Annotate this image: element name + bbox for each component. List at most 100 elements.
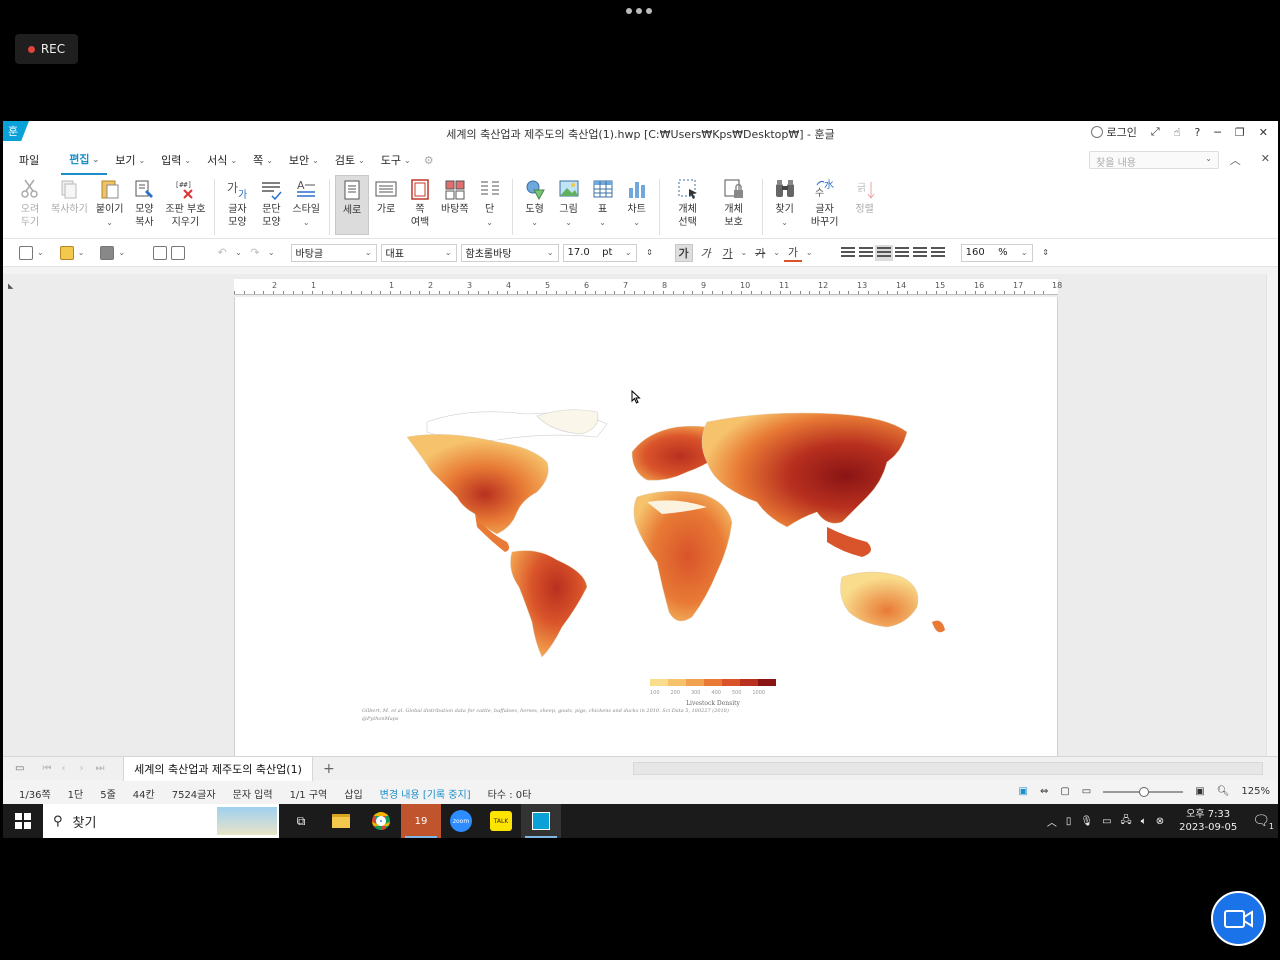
- columns-button[interactable]: 단 ⌄: [473, 175, 507, 229]
- hangul-taskbar-icon[interactable]: [521, 804, 561, 838]
- notification-icon[interactable]: 🗨︎ 1: [1252, 813, 1274, 831]
- chevron-down-icon[interactable]: ⌄: [781, 216, 788, 229]
- document-tab[interactable]: 세계의 축산업과 제주도의 축산업(1): [123, 757, 313, 781]
- print-icon[interactable]: [153, 245, 168, 260]
- touch-icon[interactable]: ☝: [1174, 126, 1181, 139]
- status-track-changes[interactable]: 변경 내용 [기록 중지]: [380, 786, 471, 801]
- style-button[interactable]: A 스타일 ⌄: [288, 175, 324, 229]
- chevron-down-icon[interactable]: ⌄: [1205, 154, 1212, 166]
- page-view-icon[interactable]: ▣: [1019, 786, 1028, 797]
- horizontal-scrollbar[interactable]: [633, 762, 1263, 775]
- chevron-down-icon[interactable]: ⌄: [773, 248, 780, 257]
- zoom-search-icon[interactable]: 🔍︎: [1217, 786, 1230, 797]
- login-button[interactable]: 로그인: [1090, 124, 1137, 140]
- font-select[interactable]: 함초롬바탕 ⌄: [460, 243, 559, 262]
- chevron-down-icon[interactable]: ⌄: [106, 216, 113, 229]
- chevron-down-icon[interactable]: ⌄: [633, 216, 640, 229]
- network-icon[interactable]: 🖧︎: [1121, 813, 1132, 830]
- bookmark-icon[interactable]: ▭: [15, 763, 24, 774]
- menu-view[interactable]: 보기 ⌄: [107, 145, 153, 175]
- replace-button[interactable]: 수水 글자 바꾸기: [802, 175, 848, 229]
- chrome-icon[interactable]: [361, 804, 401, 838]
- chevron-up-icon[interactable]: ︿: [1047, 814, 1057, 829]
- volume-icon[interactable]: 🔈︎: [1141, 816, 1147, 827]
- help-icon[interactable]: ?: [1194, 126, 1200, 139]
- chart-button[interactable]: 차트 ⌄: [620, 175, 654, 229]
- close-button[interactable]: ✕: [1259, 126, 1268, 139]
- file-explorer-icon[interactable]: [321, 804, 361, 838]
- find-input[interactable]: 찾을 내용 ⌄: [1089, 151, 1219, 169]
- restore-button[interactable]: ❐: [1235, 126, 1245, 139]
- cut-button[interactable]: 오려 두기: [13, 175, 47, 229]
- strike-button[interactable]: 가: [751, 244, 769, 262]
- master-page-button[interactable]: 바탕쪽: [437, 175, 473, 216]
- menu-page[interactable]: 쪽 ⌄: [245, 145, 281, 175]
- bold-button[interactable]: 가: [674, 243, 693, 262]
- chevron-down-icon[interactable]: ⌄: [268, 248, 275, 257]
- underline-button[interactable]: 가: [719, 244, 737, 262]
- font-size-select[interactable]: 17.0 pt ⌄: [562, 243, 637, 262]
- zoom-level[interactable]: 125%: [1241, 786, 1270, 797]
- chevron-down-icon[interactable]: ⌄: [599, 216, 606, 229]
- chevron-down-icon[interactable]: ⌄: [303, 216, 310, 229]
- next-tab-icon[interactable]: ›: [79, 763, 83, 774]
- menu-insert[interactable]: 입력 ⌄: [153, 145, 199, 175]
- prev-tab-icon[interactable]: ‹: [61, 763, 65, 774]
- distribute-icon[interactable]: [912, 246, 927, 259]
- task-view-icon[interactable]: ⧉: [281, 804, 321, 838]
- chevron-down-icon[interactable]: ⌄: [806, 248, 813, 257]
- menu-tools[interactable]: 도구 ⌄ ⚙: [373, 145, 442, 175]
- justify-icon[interactable]: [840, 246, 855, 259]
- kakaotalk-icon[interactable]: TALK: [481, 804, 521, 838]
- collapse-ribbon-icon[interactable]: ︿: [1230, 152, 1241, 168]
- fit-width-icon[interactable]: ⇔: [1040, 786, 1048, 797]
- protect-object-button[interactable]: 개체 보호: [711, 175, 757, 229]
- portrait-button[interactable]: 세로: [335, 175, 370, 235]
- align-left-icon[interactable]: [858, 246, 873, 259]
- undo-icon[interactable]: ↶: [213, 244, 231, 262]
- find-button[interactable]: 찾기 ⌄: [768, 175, 802, 229]
- shapes-button[interactable]: 도형 ⌄: [518, 175, 552, 229]
- chevron-down-icon[interactable]: ⌄: [118, 248, 125, 257]
- calendar-app-icon[interactable]: 19: [401, 804, 441, 838]
- horizontal-ruler[interactable]: 2 1 1 2 3 4 5 6 7 8 9 10 11 12 13 14 15 16 17 18: [234, 279, 1062, 295]
- device-icon[interactable]: ▯: [1066, 816, 1072, 827]
- minimize-button[interactable]: ─: [1214, 126, 1221, 139]
- add-tab-icon[interactable]: +: [323, 761, 335, 777]
- sort-button[interactable]: 긁 정렬: [848, 175, 882, 216]
- menu-security[interactable]: 보안 ⌄: [281, 145, 327, 175]
- picture-button[interactable]: 그림 ⌄: [552, 175, 586, 229]
- print-preview-icon[interactable]: [171, 245, 186, 260]
- char-shape-button[interactable]: 가가 글자 모양: [220, 175, 254, 229]
- full-page-icon[interactable]: ▢: [1060, 786, 1069, 797]
- landscape-button[interactable]: 가로: [369, 175, 403, 216]
- font-color-button[interactable]: 가: [783, 244, 802, 262]
- chevron-down-icon[interactable]: ⌄: [486, 216, 493, 229]
- more-options-icon[interactable]: [626, 8, 652, 14]
- style-select[interactable]: 바탕글 ⌄: [290, 243, 377, 262]
- table-button[interactable]: 표 ⌄: [586, 175, 620, 229]
- status-page[interactable]: 1/36쪽: [19, 786, 51, 801]
- ruler-toggle-icon[interactable]: ◣: [8, 282, 13, 290]
- zoom-in-icon[interactable]: ▣: [1195, 786, 1204, 797]
- chevron-down-icon[interactable]: ⌄: [37, 248, 44, 257]
- italic-button[interactable]: 가: [697, 244, 715, 262]
- paste-button[interactable]: 붙이기 ⌄: [92, 175, 128, 229]
- align-right-icon[interactable]: [894, 246, 909, 259]
- align-center-icon[interactable]: [874, 244, 893, 261]
- spin-icon[interactable]: ⇕: [1037, 244, 1055, 262]
- taskbar-search[interactable]: ⚲ 찾기: [43, 804, 279, 838]
- line-spacing-select[interactable]: 160% ⌄: [960, 243, 1033, 262]
- menu-edit[interactable]: 편집 ⌄: [61, 145, 108, 175]
- open-folder-icon[interactable]: [59, 245, 74, 260]
- menu-format[interactable]: 서식 ⌄: [199, 145, 245, 175]
- taskbar-clock[interactable]: 오후 7:33 2023-09-05: [1179, 808, 1237, 834]
- windows-start-icon[interactable]: [3, 804, 43, 838]
- menu-file[interactable]: 파일: [3, 145, 61, 175]
- chevron-down-icon[interactable]: ⌄: [531, 216, 538, 229]
- menu-review[interactable]: 검토 ⌄: [327, 145, 373, 175]
- redo-icon[interactable]: ↷: [246, 244, 264, 262]
- last-tab-icon[interactable]: ⏭: [95, 763, 104, 774]
- first-tab-icon[interactable]: ⏮: [42, 763, 51, 774]
- margins-button[interactable]: 쪽 여백: [403, 175, 437, 229]
